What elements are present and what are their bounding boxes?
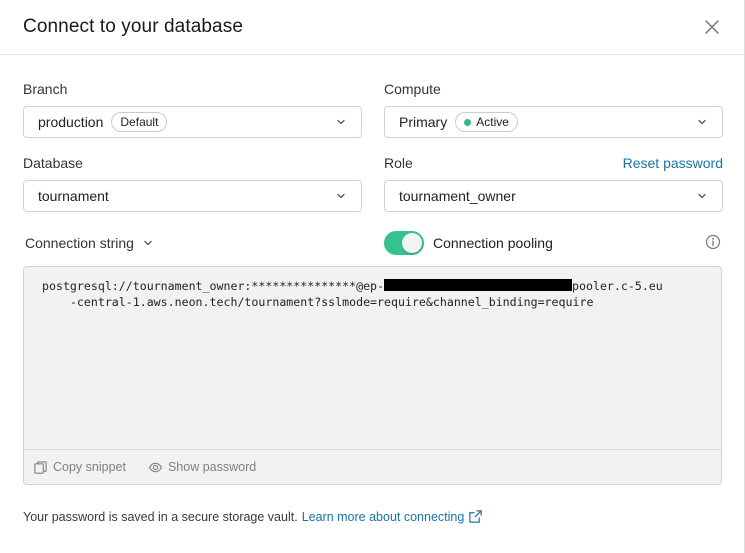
role-label: Role xyxy=(384,155,413,171)
reset-password-link[interactable]: Reset password xyxy=(623,155,723,171)
dialog-header: Connect to your database xyxy=(0,0,744,55)
show-password-button[interactable]: Show password xyxy=(148,460,256,475)
branch-value: production xyxy=(38,114,104,130)
database-value: tournament xyxy=(38,188,109,204)
learn-more-link[interactable]: Learn more about connecting xyxy=(302,510,465,524)
toggle-knob xyxy=(402,233,422,253)
role-select[interactable]: tournament_owner xyxy=(384,180,723,212)
branch-field: Branch production Default xyxy=(23,80,362,138)
compute-value: Primary xyxy=(399,114,448,130)
chevron-down-icon xyxy=(144,240,152,246)
database-field: Database tournament xyxy=(23,154,362,212)
footer-note-text: Your password is saved in a secure stora… xyxy=(23,509,298,524)
chevron-down-icon xyxy=(698,193,706,199)
chevron-down-icon xyxy=(337,193,345,199)
info-icon[interactable] xyxy=(705,234,721,250)
copy-snippet-label: Copy snippet xyxy=(53,460,126,474)
close-button[interactable] xyxy=(702,17,722,37)
compute-select[interactable]: Primary Active xyxy=(384,106,723,138)
connection-string-text[interactable]: postgresql://tournament_owner:**********… xyxy=(42,278,703,310)
connection-string-box: postgresql://tournament_owner:**********… xyxy=(23,266,722,485)
copy-snippet-button[interactable]: Copy snippet xyxy=(33,460,126,475)
external-link-icon[interactable] xyxy=(468,509,483,524)
connect-dialog: Connect to your database Branch producti… xyxy=(0,0,745,553)
branch-select[interactable]: production Default xyxy=(23,106,362,138)
status-dot-icon xyxy=(464,118,472,126)
close-icon xyxy=(705,20,719,34)
connection-string-label: Connection string xyxy=(25,235,134,251)
connection-pooling-control: Connection pooling xyxy=(384,231,553,255)
copy-icon xyxy=(34,460,47,474)
connection-options-row: Connection string Connection pooling xyxy=(23,230,722,258)
database-label: Database xyxy=(23,155,83,171)
redacted-host xyxy=(384,279,573,291)
compute-field: Compute Primary Active xyxy=(384,80,723,138)
eye-icon xyxy=(148,462,163,472)
database-select[interactable]: tournament xyxy=(23,180,362,212)
connection-pooling-toggle[interactable] xyxy=(384,231,424,255)
show-password-label: Show password xyxy=(167,460,257,474)
compute-label: Compute xyxy=(384,81,441,97)
connection-pooling-label: Connection pooling xyxy=(433,235,553,251)
code-footer: Copy snippet Show password xyxy=(24,449,721,484)
role-value: tournament_owner xyxy=(399,188,516,204)
branch-label: Branch xyxy=(23,81,68,97)
active-badge: Active xyxy=(455,112,518,132)
default-badge: Default xyxy=(111,112,168,132)
chevron-down-icon xyxy=(337,119,345,125)
dialog-title: Connect to your database xyxy=(23,16,243,37)
connection-string-dropdown[interactable]: Connection string xyxy=(25,235,154,251)
footer-note: Your password is saved in a secure stora… xyxy=(23,509,483,524)
chevron-down-icon xyxy=(698,119,706,125)
role-field: Role Reset password tournament_owner xyxy=(384,154,723,212)
